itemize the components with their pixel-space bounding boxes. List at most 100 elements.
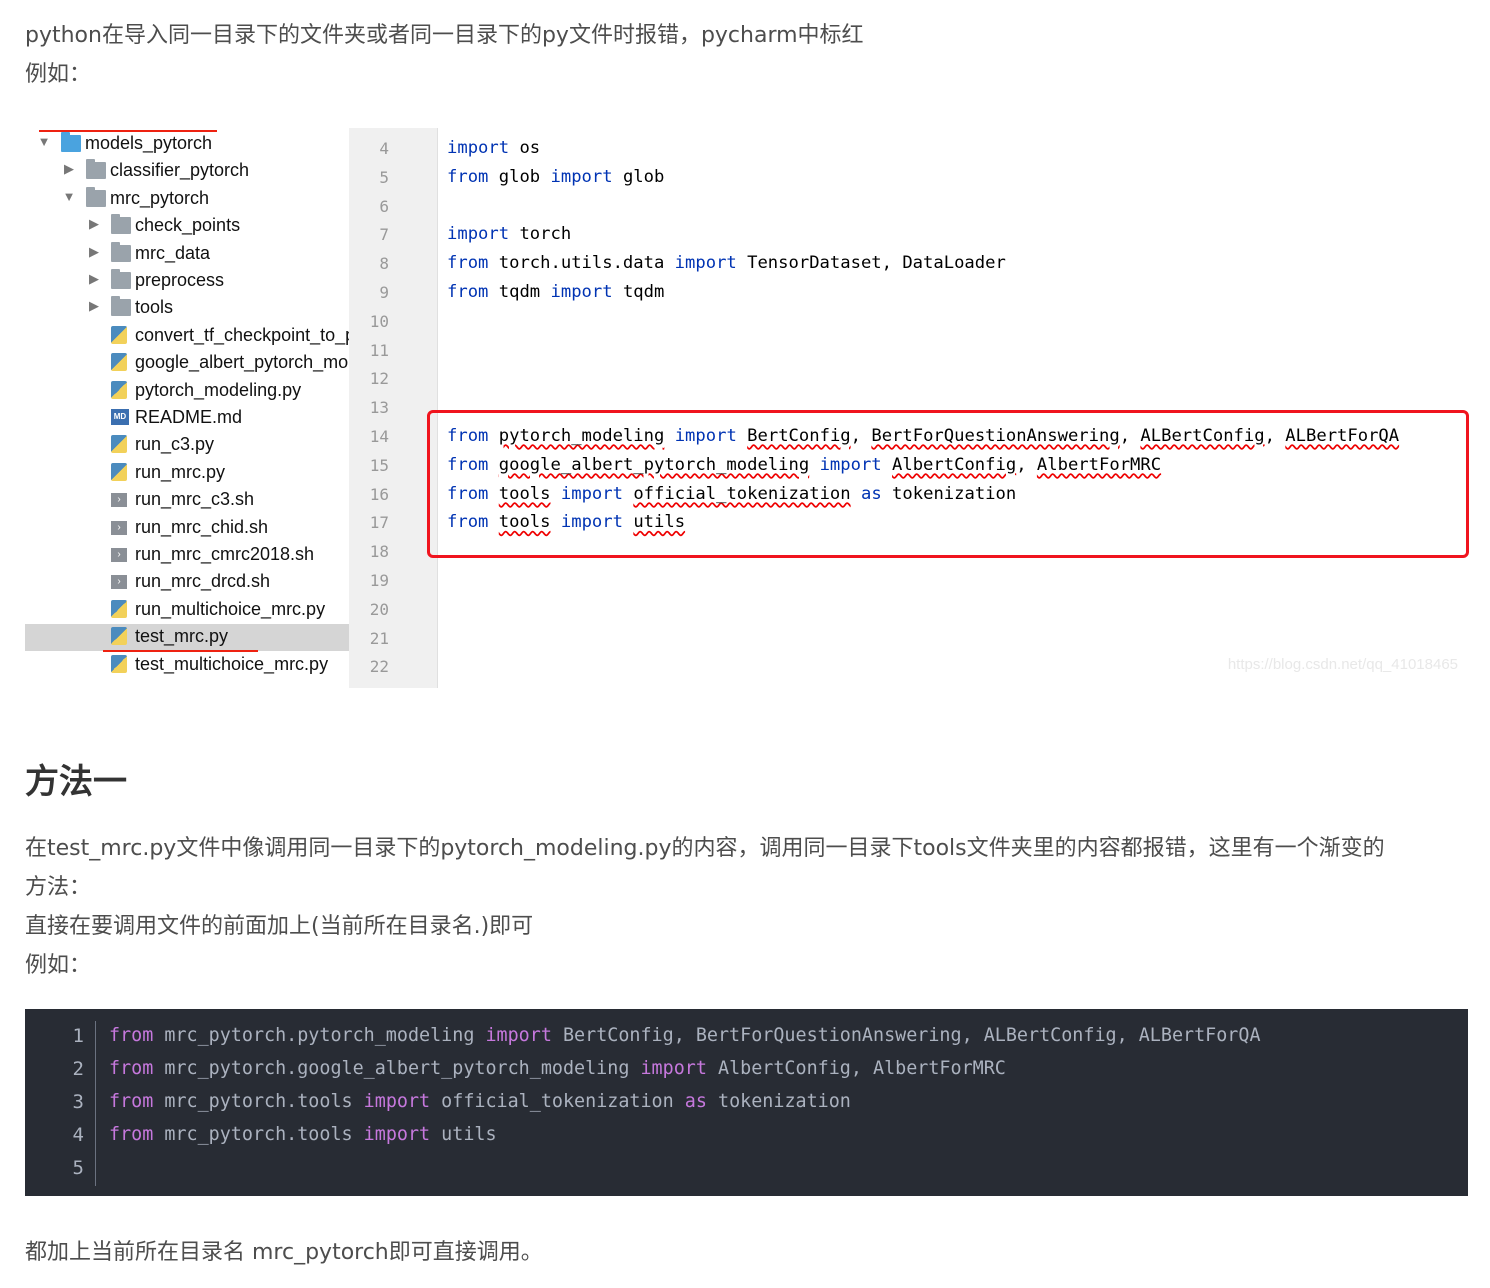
keyword: import <box>550 282 613 302</box>
keyword: import <box>640 1058 707 1079</box>
keyword: import <box>363 1124 431 1145</box>
keyword: import <box>447 138 510 158</box>
code-token: AlbertConfig, AlbertForMRC <box>706 1058 1006 1079</box>
tree-item[interactable]: run_multichoice_mrc.py <box>25 597 349 624</box>
folder-icon <box>111 296 131 317</box>
tree-item[interactable]: test_multichoice_mrc.py <box>25 652 349 679</box>
shell-file-icon: › <box>111 493 127 508</box>
line-number: 14 <box>369 427 389 446</box>
tree-item-label: mrc_pytorch <box>110 187 210 208</box>
python-file-icon <box>111 325 127 344</box>
tree-item-label: run_mrc_c3.sh <box>135 489 255 510</box>
tree-item[interactable]: › run_mrc_cmrc2018.sh <box>25 542 349 569</box>
python-file-icon <box>111 462 127 481</box>
keyword: from <box>447 282 489 302</box>
intro-line-1: python在导入同一目录下的文件夹或者同一目录下的py文件时报错，pychar… <box>25 23 864 48</box>
folder-icon <box>86 186 106 207</box>
tree-item-label: models_pytorch <box>85 133 213 153</box>
tree-item[interactable]: test_mrc.py <box>25 624 349 652</box>
code-token: tokenization <box>706 1091 851 1112</box>
line-number: 5 <box>379 167 389 187</box>
code-block-line: from mrc_pytorch.google_albert_pytorch_m… <box>109 1058 1006 1079</box>
tree-item[interactable]: ▶ tools <box>25 295 349 322</box>
expand-arrow-icon[interactable]: ▼ <box>62 189 76 204</box>
tree-item-label: run_mrc_chid.sh <box>135 516 269 537</box>
tree-item[interactable]: › run_mrc_c3.sh <box>25 487 349 514</box>
line-number: 8 <box>379 254 389 274</box>
line-number: 13 <box>369 398 389 418</box>
folder-icon <box>111 241 131 262</box>
collapse-arrow-icon[interactable]: ▶ <box>87 216 101 232</box>
folder-icon <box>111 214 131 235</box>
code-editor: https://blog.csdn.net/qq_41018465 import… <box>438 128 1468 688</box>
collapse-arrow-icon[interactable]: ▶ <box>87 244 101 260</box>
expand-arrow-icon[interactable]: ▼ <box>37 134 51 149</box>
watermark: https://blog.csdn.net/qq_41018465 <box>1227 656 1458 673</box>
tree-item[interactable]: convert_tf_checkpoint_to_p <box>25 323 349 350</box>
code-token: glob <box>612 166 665 187</box>
tree-item[interactable]: ▼ mrc_pytorch <box>25 186 349 213</box>
collapse-arrow-icon[interactable]: ▶ <box>87 271 101 287</box>
conclusion-paragraph: 都加上当前所在目录名 mrc_pytorch即可直接调用。 <box>25 1240 543 1265</box>
tree-item[interactable]: MD README.md <box>25 405 349 432</box>
tree-item-label: README.md <box>135 407 243 427</box>
tree-item-label: convert_tf_checkpoint_to_p <box>135 324 349 345</box>
tree-item-label: classifier_pytorch <box>110 160 250 181</box>
code-token: tqdm <box>612 282 665 302</box>
line-number: 15 <box>369 455 389 475</box>
line-number: 9 <box>379 283 389 302</box>
keyword: import <box>674 253 737 274</box>
keyword: from <box>447 253 489 274</box>
collapse-arrow-icon[interactable]: ▶ <box>62 161 76 177</box>
error-highlight-box <box>427 410 1469 558</box>
shell-file-icon: › <box>111 575 127 590</box>
intro-line-2: 例如： <box>25 62 92 87</box>
line-number: 6 <box>379 196 389 216</box>
tree-item-label: run_mrc.py <box>135 461 226 482</box>
line-number: 20 <box>369 599 389 619</box>
tree-item-label: pytorch_modeling.py <box>135 379 302 400</box>
tree-item[interactable]: ▶ classifier_pytorch <box>25 158 349 185</box>
tree-item-label: tools <box>135 297 174 318</box>
keyword: from <box>109 1058 154 1079</box>
tree-item[interactable]: ▼ models_pytorch <box>25 131 349 158</box>
code-block: 1 2 3 4 5 from mrc_pytorch.pytorch_modeling i… <box>25 1009 1468 1196</box>
selected-file-underline <box>103 650 258 652</box>
tree-item[interactable]: › run_mrc_drcd.sh <box>25 569 349 596</box>
code-token: glob <box>488 166 551 187</box>
line-number: 11 <box>369 340 389 360</box>
tree-item[interactable]: google_albert_pytorch_mo <box>25 350 349 377</box>
code-token: official_tokenization <box>430 1091 685 1112</box>
tree-item-label: run_c3.py <box>135 434 215 455</box>
code-token: utils <box>430 1124 497 1145</box>
tree-item[interactable]: ▶ check_points <box>25 213 349 240</box>
code-block-line-number: 3 <box>72 1091 84 1113</box>
line-number: 17 <box>369 513 389 533</box>
code-block-line: from mrc_pytorch.tools import utils <box>109 1124 497 1145</box>
keyword: import <box>447 224 510 245</box>
line-number: 7 <box>379 225 389 245</box>
method-paragraph-line-2: 方法： <box>25 875 92 900</box>
tree-item[interactable]: run_mrc.py <box>25 460 349 487</box>
shell-file-icon: › <box>111 548 127 562</box>
tree-item[interactable]: run_c3.py <box>25 432 349 459</box>
line-number: 21 <box>369 628 389 648</box>
line-number: 16 <box>369 484 389 504</box>
tree-item[interactable]: › run_mrc_chid.sh <box>25 515 349 542</box>
collapse-arrow-icon[interactable]: ▶ <box>87 298 101 314</box>
tree-item[interactable]: pytorch_modeling.py <box>25 378 349 405</box>
code-token: torch <box>509 224 572 245</box>
tree-item-label: test_multichoice_mrc.py <box>135 653 329 674</box>
tree-item[interactable]: ▶ mrc_data <box>25 241 349 268</box>
method-paragraph-line-1: 在test_mrc.py文件中像调用同一目录下的pytorch_modeling… <box>25 836 1385 861</box>
code-token: mrc_pytorch.tools <box>153 1091 364 1112</box>
method-paragraph-2: 直接在要调用文件的前面加上(当前所在目录名.)即可 <box>25 914 534 939</box>
method-paragraph-3: 例如： <box>25 953 92 978</box>
code-block-line-number: 4 <box>72 1124 84 1146</box>
python-file-icon <box>111 353 127 372</box>
code-token: BertConfig, BertForQuestionAnswering, AL… <box>551 1025 1261 1046</box>
code-block-separator <box>95 1021 96 1186</box>
tree-item[interactable]: ▶ preprocess <box>25 268 349 295</box>
code-line: import os <box>447 138 540 158</box>
keyword: from <box>109 1124 154 1145</box>
